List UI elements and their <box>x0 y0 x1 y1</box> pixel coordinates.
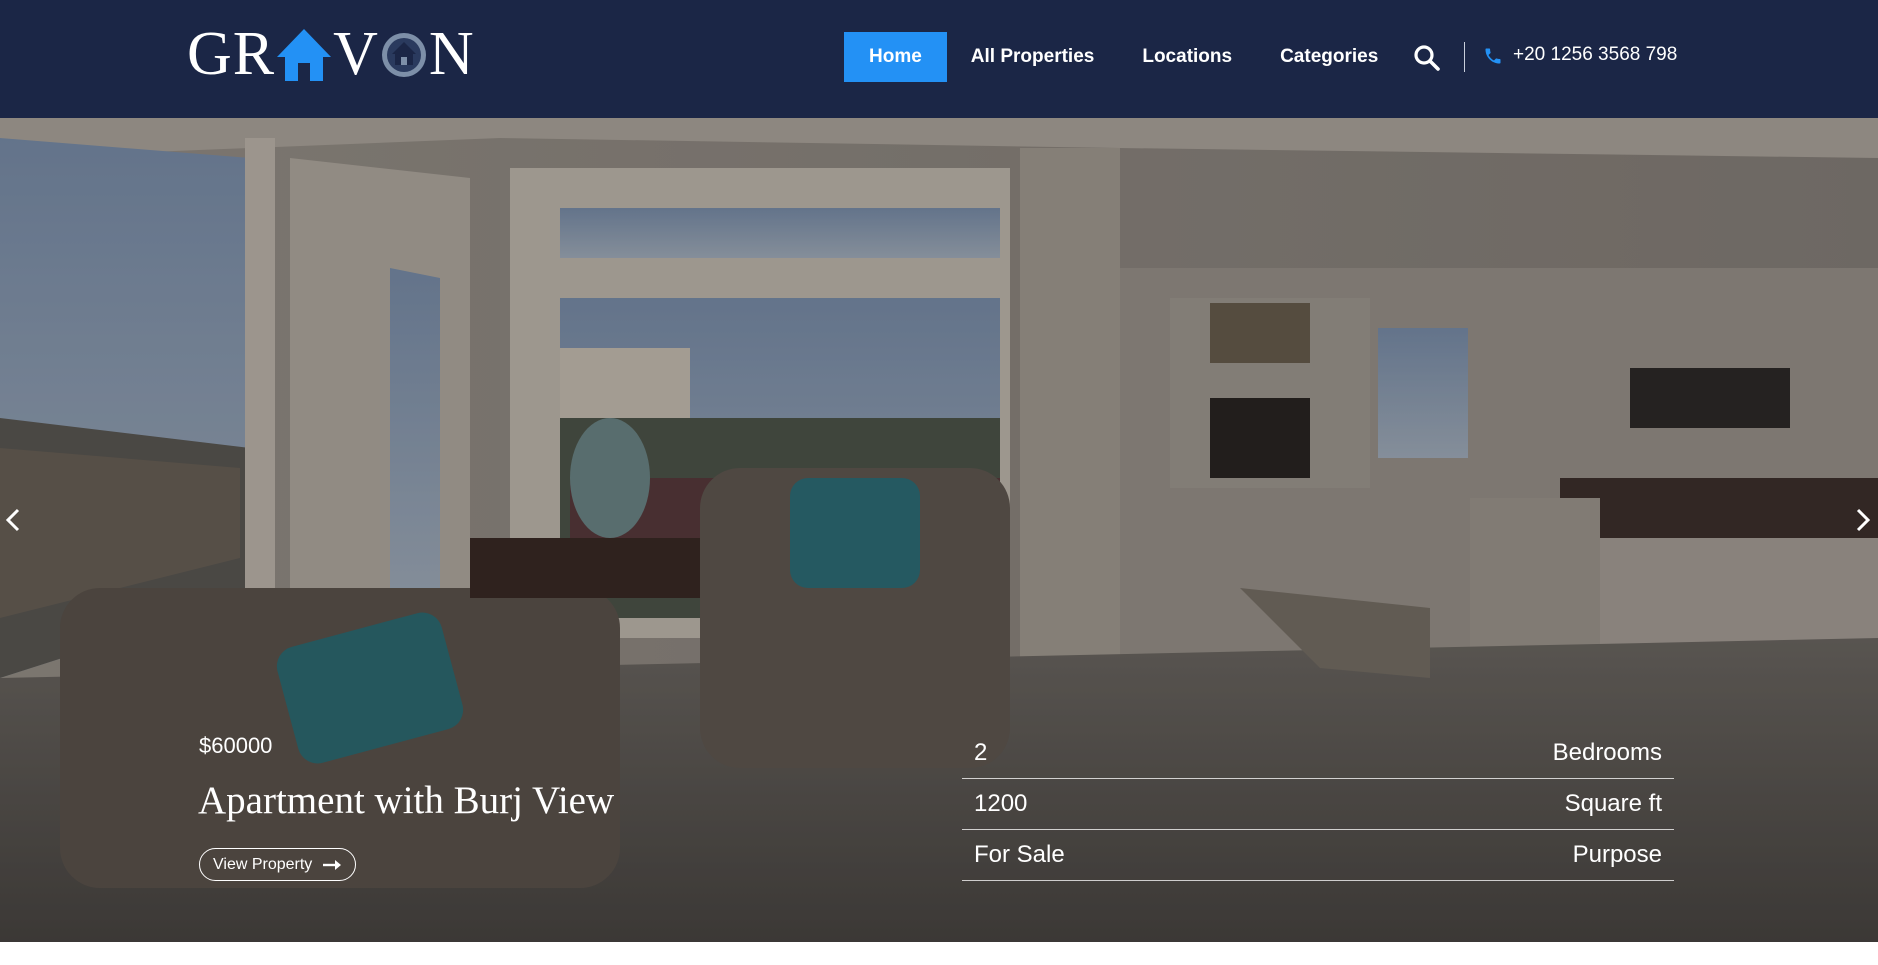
view-property-button[interactable]: View Property <box>199 848 357 881</box>
property-price: $60000 <box>199 733 273 758</box>
house-circle-logo-icon <box>381 33 426 77</box>
spec-value: 1200 <box>974 790 1028 817</box>
hero-slider: $60000 Apartment with Burj View View Pro… <box>0 118 1878 942</box>
chevron-left-icon[interactable] <box>0 498 30 542</box>
house-logo-icon <box>277 29 332 81</box>
chevron-right-icon[interactable] <box>1846 498 1876 542</box>
nav-home[interactable]: Home <box>844 32 947 82</box>
nav-locations[interactable]: Locations <box>1118 32 1256 82</box>
nav-all-properties[interactable]: All Properties <box>947 32 1119 82</box>
spec-value: For Sale <box>974 841 1065 868</box>
phone-number[interactable]: +20 1256 3568 798 <box>1513 44 1677 66</box>
spec-row-purpose: For Sale Purpose <box>962 830 1674 881</box>
spec-label: Purpose <box>1572 841 1662 868</box>
property-specs: 2 Bedrooms 1200 Square ft For Sale Purpo… <box>962 728 1674 881</box>
main-nav: Home All Properties Locations Categories <box>844 32 1402 82</box>
nav-categories[interactable]: Categories <box>1256 32 1402 82</box>
site-header: GR V N Home All Properties Locations Cat… <box>0 0 1878 118</box>
search-icon[interactable] <box>1413 44 1441 72</box>
header-divider <box>1464 42 1465 72</box>
spec-label: Bedrooms <box>1552 739 1662 766</box>
spec-label: Square ft <box>1564 790 1662 817</box>
site-logo[interactable]: GR V N <box>187 22 475 86</box>
property-title: Apartment with Burj View <box>198 779 615 822</box>
arrow-right-icon <box>323 859 342 870</box>
phone-icon <box>1485 48 1501 64</box>
spec-value: 2 <box>974 739 988 766</box>
spec-row-area: 1200 Square ft <box>962 779 1674 830</box>
spec-row-bedrooms: 2 Bedrooms <box>962 728 1674 779</box>
view-property-label: View Property <box>213 855 313 873</box>
